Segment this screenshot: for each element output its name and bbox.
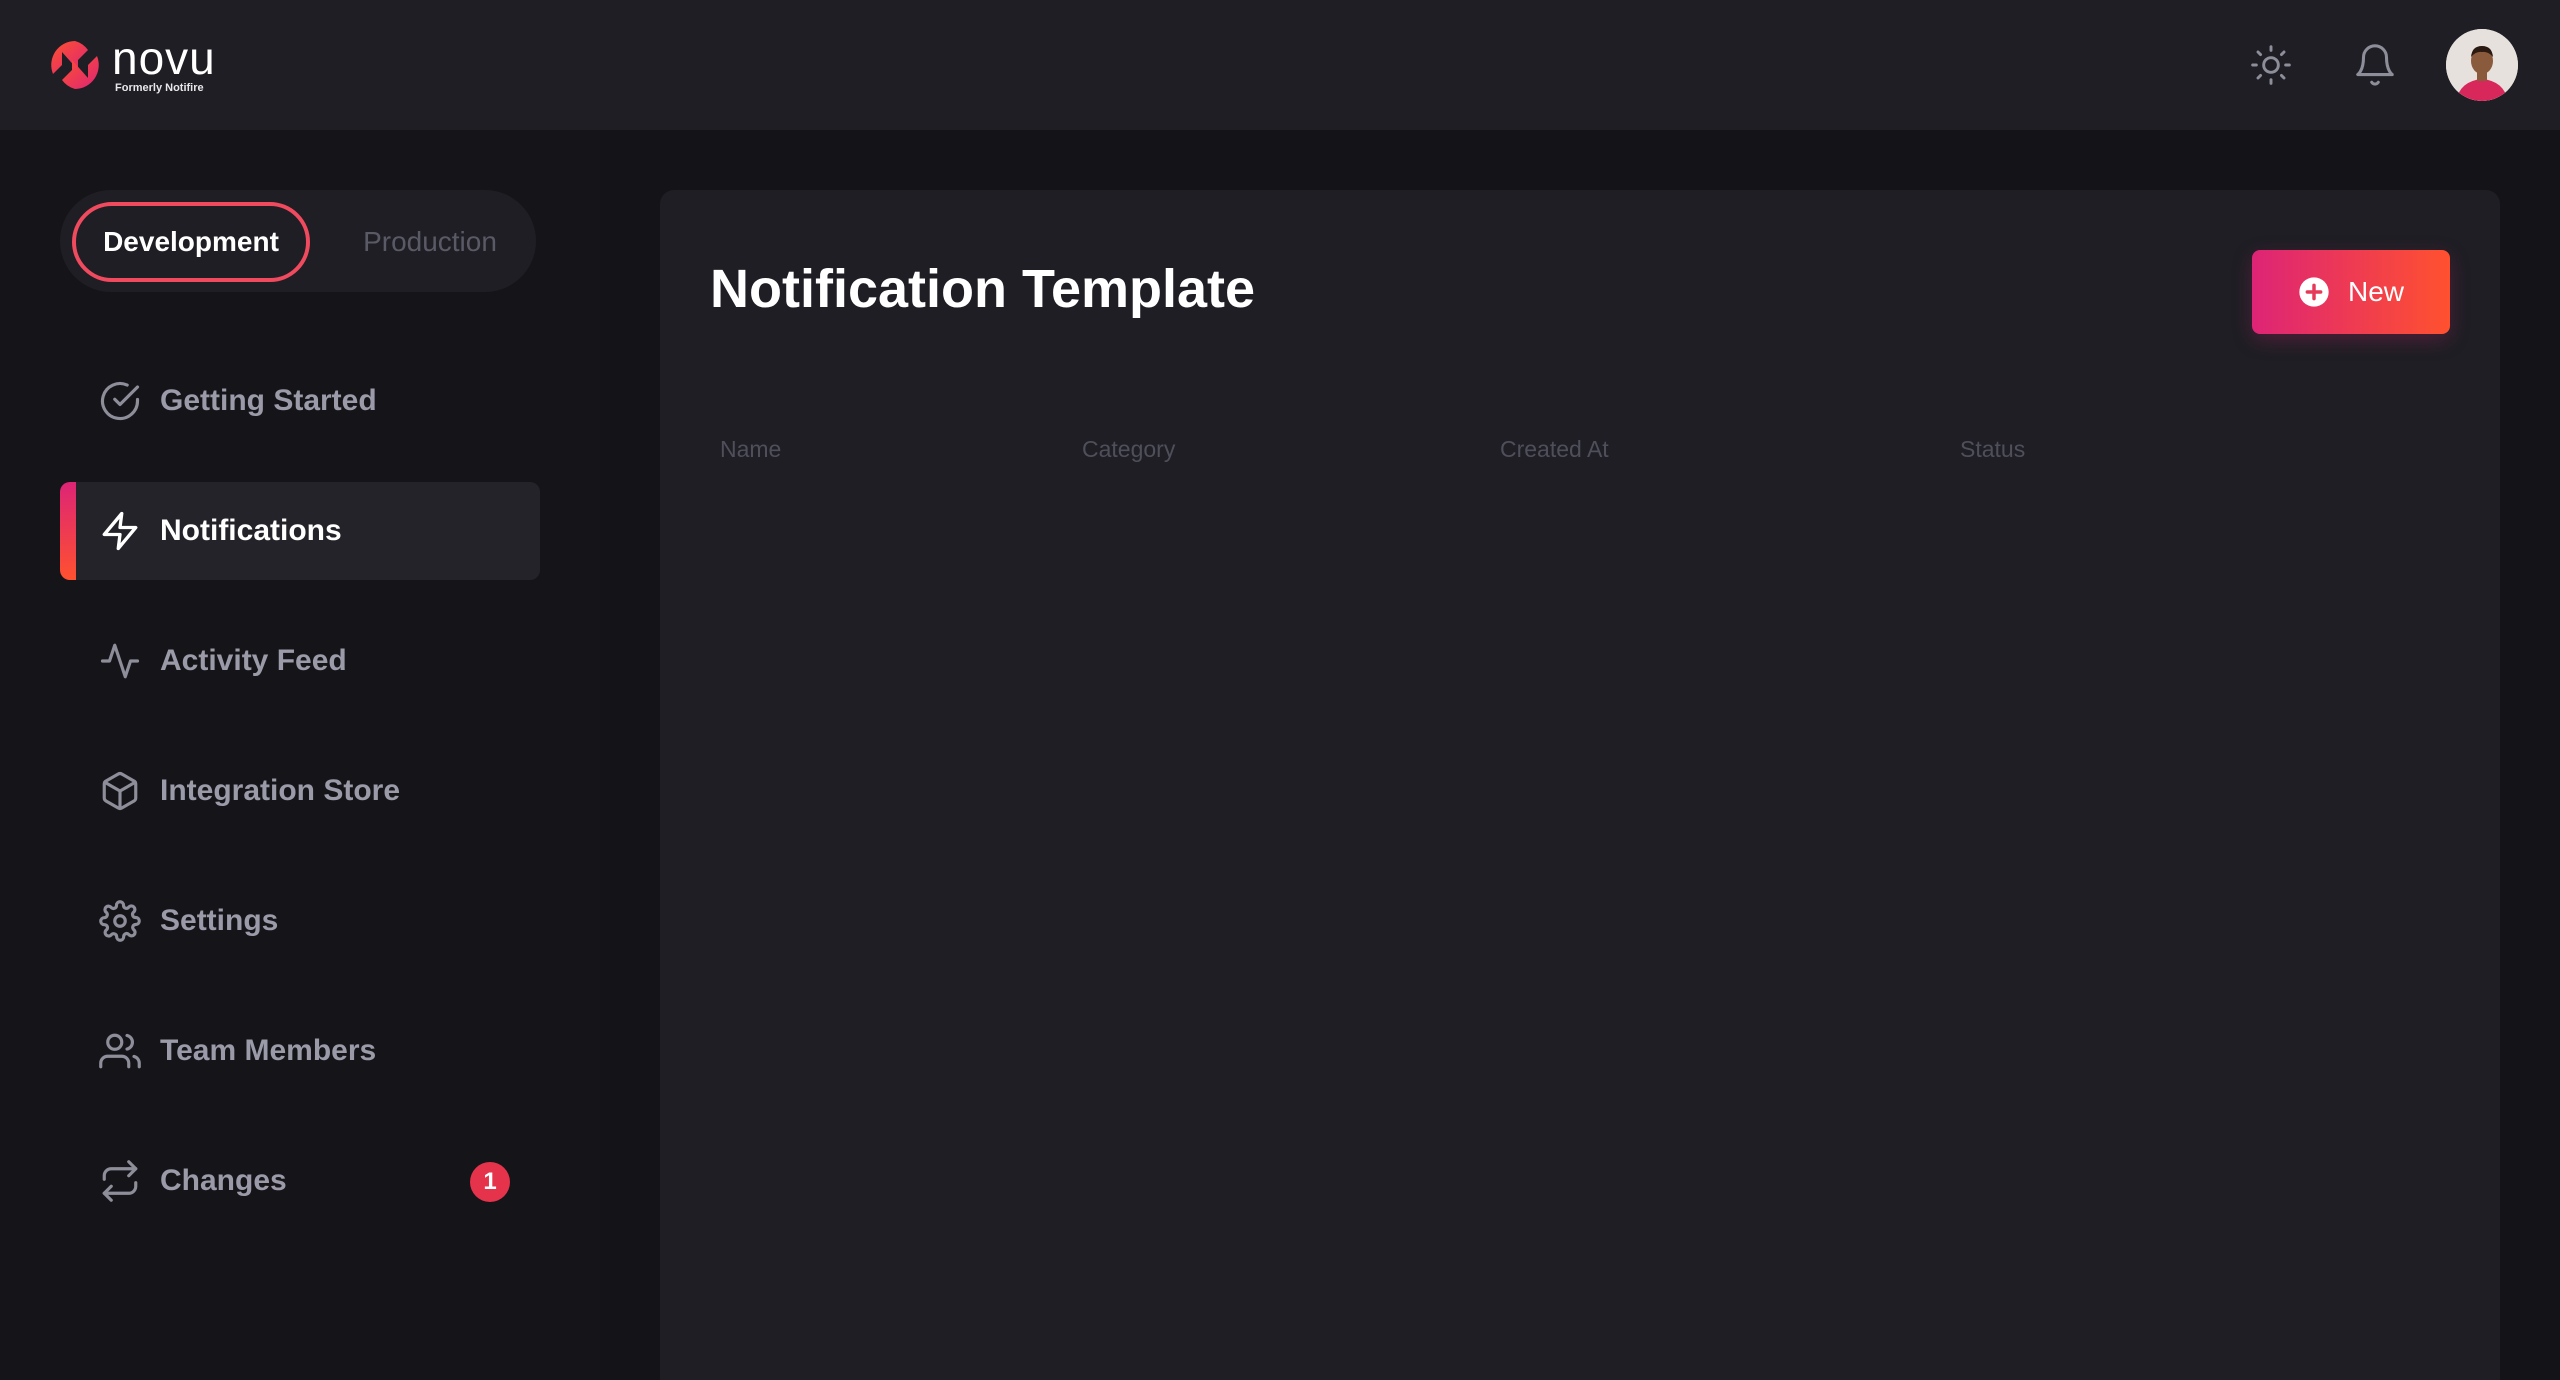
page-title: Notification Template <box>710 259 1256 319</box>
column-header-category[interactable]: Category <box>1082 436 1175 463</box>
sidebar-item-label: Notifications <box>160 514 342 547</box>
bell-icon[interactable] <box>2350 40 2400 90</box>
env-production-button[interactable]: Production <box>338 202 522 282</box>
repeat-icon <box>98 1159 142 1203</box>
column-header-created-at[interactable]: Created At <box>1500 436 1609 463</box>
sidebar-item-getting-started[interactable]: Getting Started <box>60 352 540 450</box>
sidebar-item-notifications[interactable]: Notifications <box>60 482 540 580</box>
sidebar-item-settings[interactable]: Settings <box>60 872 540 970</box>
sidebar-item-label: Team Members <box>160 1034 377 1067</box>
lightning-icon <box>98 509 142 553</box>
sidebar-item-label: Integration Store <box>160 774 401 807</box>
new-button-label: New <box>2347 276 2404 307</box>
check-circle-icon <box>98 379 142 423</box>
sidebar-item-label: Settings <box>160 904 279 937</box>
environment-toggle: Development Production <box>60 190 536 292</box>
avatar[interactable] <box>2446 29 2518 101</box>
brand-tagline: Formerly Notifire <box>115 82 204 94</box>
novu-logo-icon <box>51 41 99 89</box>
new-template-button[interactable]: New <box>2252 250 2450 334</box>
users-icon <box>98 1029 142 1073</box>
sidebar-item-integration-store[interactable]: Integration Store <box>60 742 540 840</box>
sidebar-item-label: Changes <box>160 1164 287 1197</box>
box-icon <box>98 769 142 813</box>
column-header-name[interactable]: Name <box>720 436 781 463</box>
gear-icon <box>98 899 142 943</box>
sidebar-item-label: Activity Feed <box>160 644 347 677</box>
sidebar-item-activity-feed[interactable]: Activity Feed <box>60 612 540 710</box>
plus-circle-icon <box>2299 277 2329 307</box>
main-panel: Notification Template New Name Category … <box>660 190 2500 1380</box>
sidebar-item-team-members[interactable]: Team Members <box>60 1002 540 1100</box>
active-indicator <box>60 482 76 580</box>
changes-count-badge: 1 <box>470 1162 510 1202</box>
env-development-button[interactable]: Development <box>72 202 310 282</box>
sidebar-item-label: Getting Started <box>160 384 377 417</box>
top-bar: novu Formerly Notifire <box>0 0 2560 130</box>
activity-icon <box>98 639 142 683</box>
column-header-status[interactable]: Status <box>1960 436 2025 463</box>
novu-logo[interactable]: novu Formerly Notifire <box>48 32 216 94</box>
sun-icon[interactable] <box>2246 40 2296 90</box>
sidebar-item-changes[interactable]: Changes 1 <box>60 1132 540 1230</box>
brand-name: novu <box>112 32 216 84</box>
